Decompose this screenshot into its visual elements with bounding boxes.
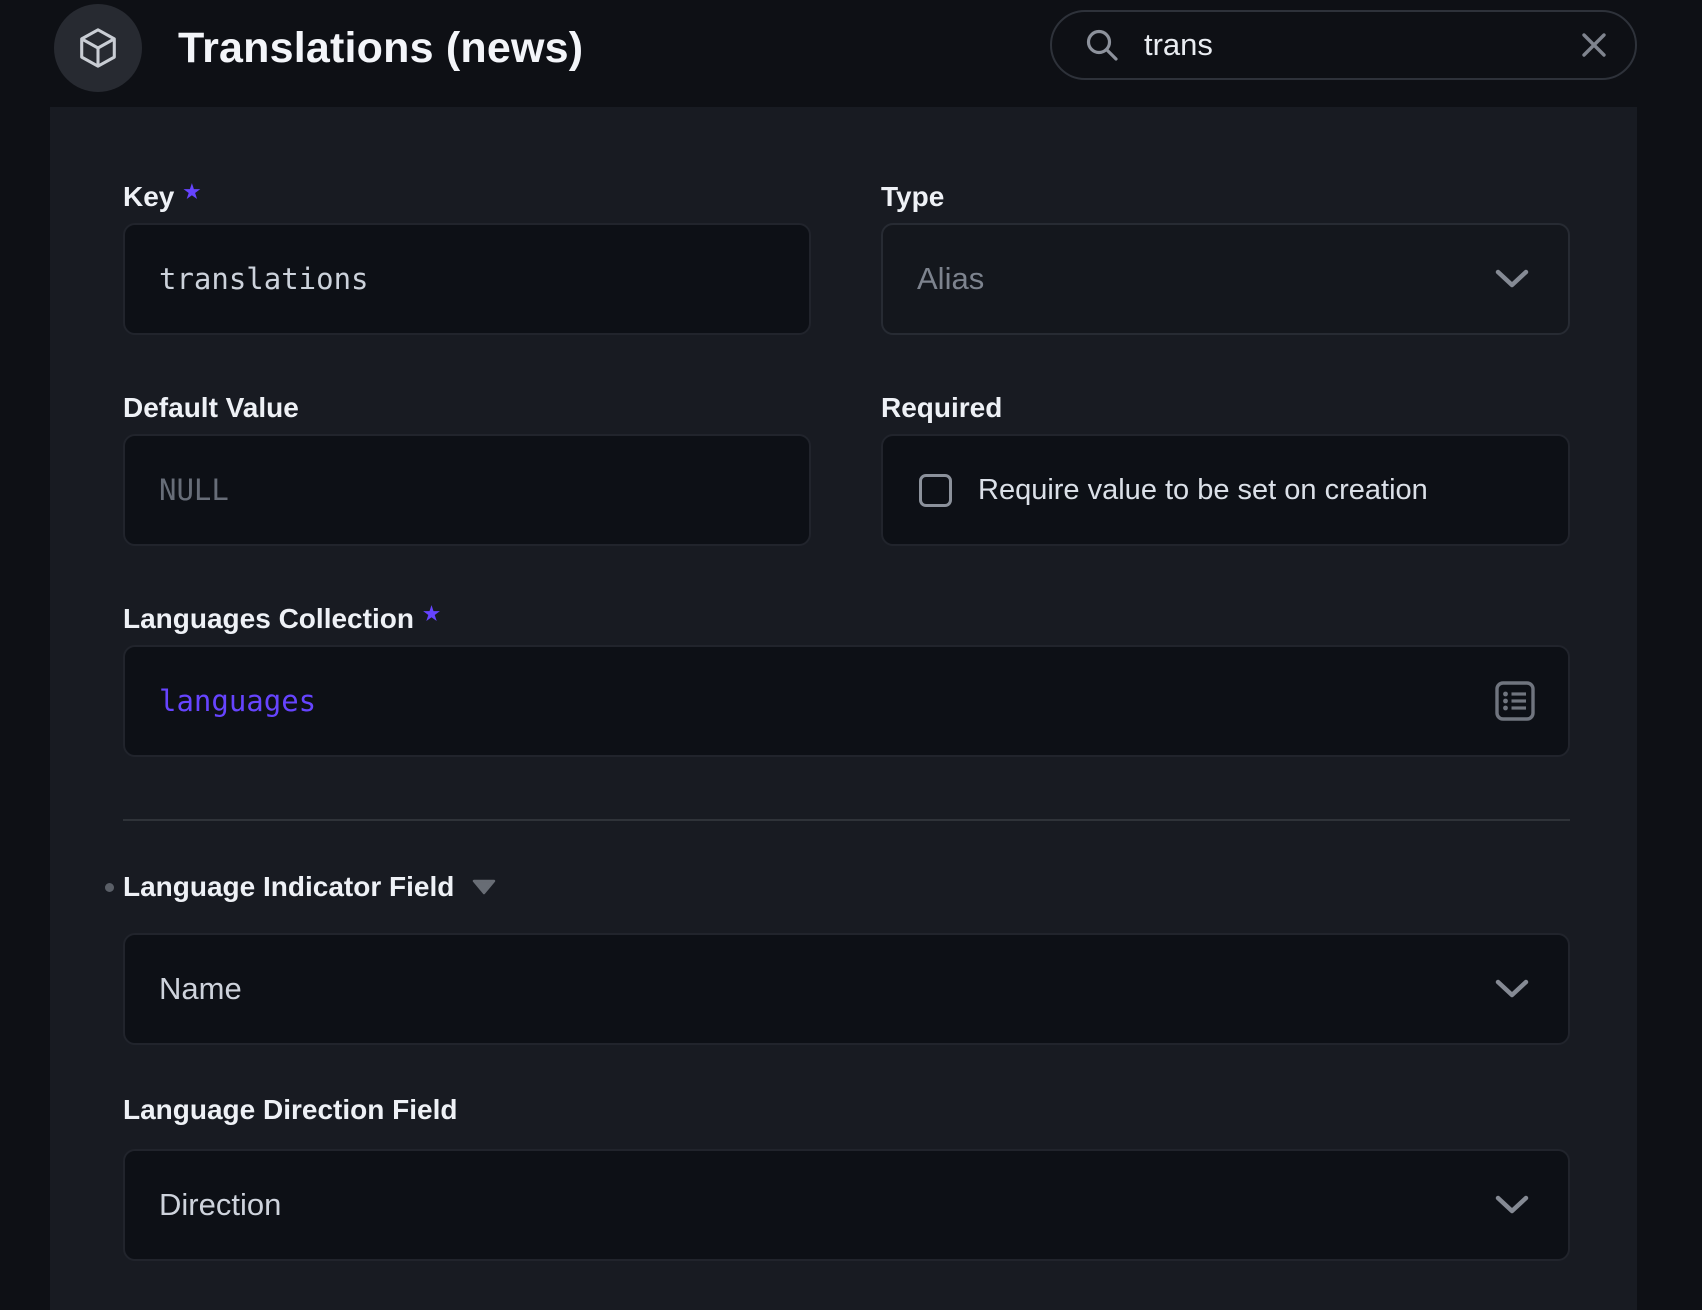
triangle-down-icon xyxy=(472,879,496,895)
edited-dot-indicator xyxy=(105,883,114,892)
type-select-value: Alias xyxy=(883,261,984,297)
key-label: Key ★ xyxy=(123,180,811,214)
field-key: Key ★ xyxy=(123,180,811,335)
page-title: Translations (news) xyxy=(178,0,583,96)
field-type: Type Alias xyxy=(881,180,1570,335)
languages-collection-input-wrapper xyxy=(123,645,1570,757)
required-label: Required xyxy=(881,391,1570,425)
default-value-input-wrapper xyxy=(123,434,811,546)
required-marker: ★ xyxy=(423,602,440,628)
close-icon xyxy=(1577,28,1611,62)
languages-collection-label: Languages Collection ★ xyxy=(123,602,1570,636)
required-checkbox-row[interactable]: Require value to be set on creation xyxy=(881,434,1570,546)
drawer-header: Translations (news) xyxy=(0,0,1702,107)
search-bar[interactable] xyxy=(1050,10,1637,80)
chevron-down-icon xyxy=(1494,1194,1530,1216)
key-input[interactable] xyxy=(125,225,809,333)
default-value-input[interactable] xyxy=(125,436,809,544)
list-icon xyxy=(1494,680,1536,722)
search-input[interactable] xyxy=(1142,26,1577,64)
language-indicator-field-header[interactable]: Language Indicator Field xyxy=(123,871,1570,903)
required-checkbox-label: Require value to be set on creation xyxy=(978,474,1428,507)
language-indicator-field-select[interactable]: Name xyxy=(123,933,1570,1045)
languages-collection-input[interactable] xyxy=(125,647,1568,755)
select-collection-button[interactable] xyxy=(1494,680,1536,722)
type-select: Alias xyxy=(881,223,1570,335)
field-required: Required Require value to be set on crea… xyxy=(881,391,1570,546)
collection-icon-badge xyxy=(54,4,142,92)
required-checkbox[interactable] xyxy=(919,474,952,507)
required-marker: ★ xyxy=(183,180,200,206)
search-icon xyxy=(1084,27,1120,63)
chevron-down-icon xyxy=(1494,268,1530,290)
field-settings-panel: Key ★ Type Alias D xyxy=(50,107,1637,1310)
type-label: Type xyxy=(881,180,1570,214)
language-direction-field-value: Direction xyxy=(125,1187,281,1223)
chevron-down-icon xyxy=(1494,978,1530,1000)
default-value-label: Default Value xyxy=(123,391,811,425)
language-direction-field-label: Language Direction Field xyxy=(123,1093,1570,1127)
language-direction-field-select[interactable]: Direction xyxy=(123,1149,1570,1261)
field-languages-collection: Languages Collection ★ xyxy=(123,602,1570,757)
field-default-value: Default Value xyxy=(123,391,811,546)
cube-icon xyxy=(75,25,121,71)
language-indicator-field-label: Language Indicator Field xyxy=(123,871,454,903)
clear-search-button[interactable] xyxy=(1577,28,1611,62)
key-input-wrapper xyxy=(123,223,811,335)
language-indicator-field-value: Name xyxy=(125,971,242,1007)
section-divider xyxy=(123,819,1570,821)
